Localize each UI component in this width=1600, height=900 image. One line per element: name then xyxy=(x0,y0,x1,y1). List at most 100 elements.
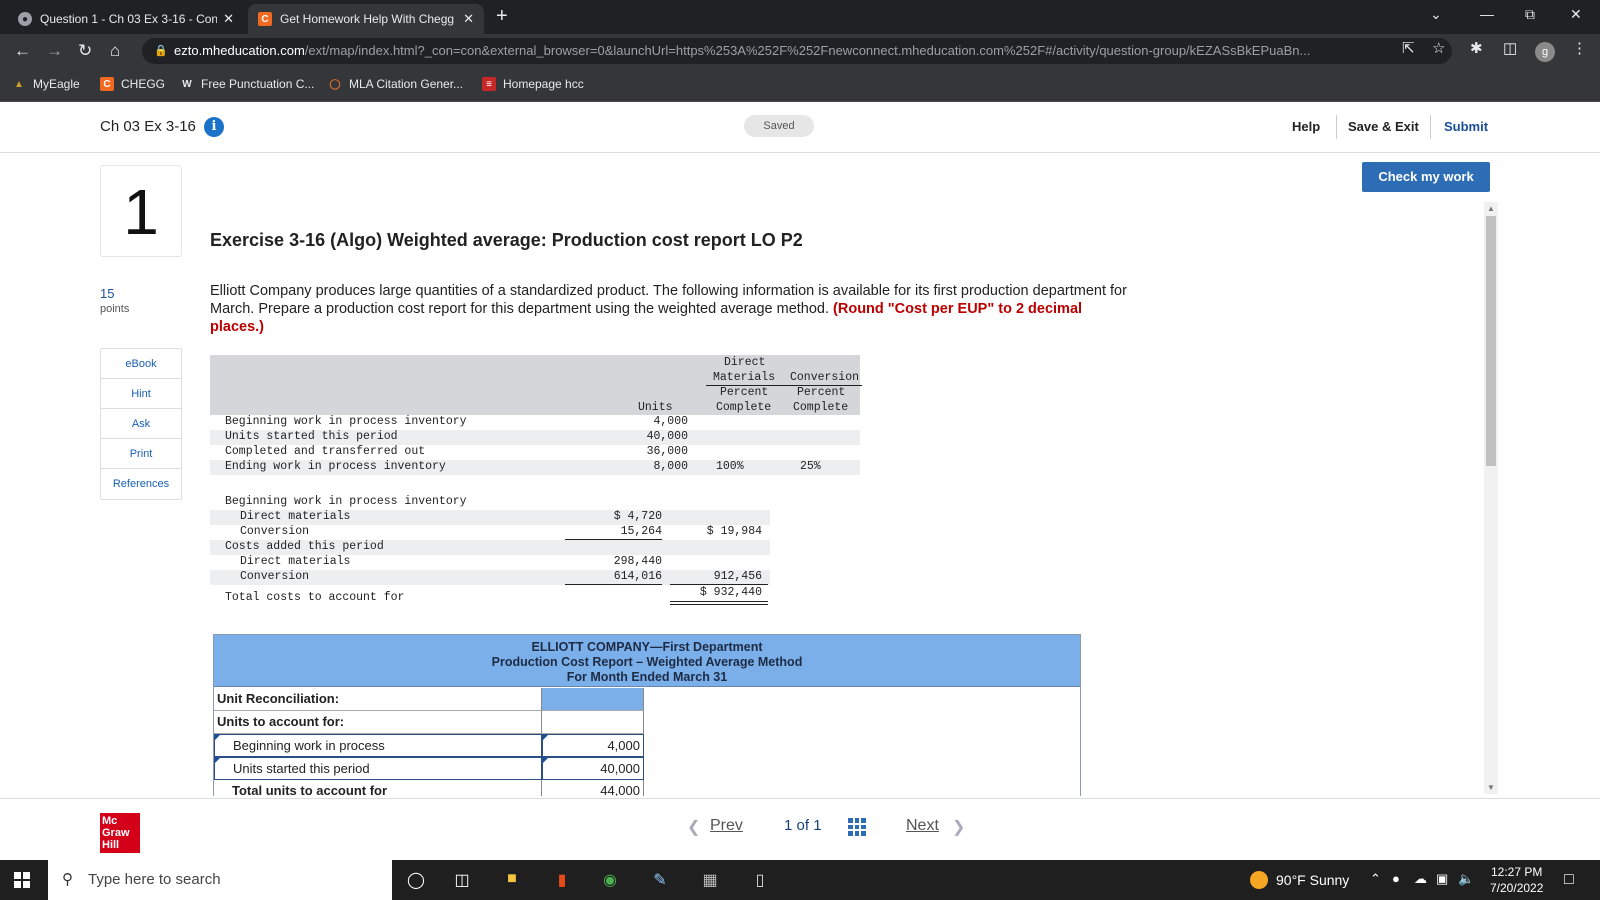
table-row: Ending work in process inventory 8,000 1… xyxy=(210,460,860,475)
double-underline xyxy=(670,601,768,602)
address-bar-row: ← → ↻ ⌂ 🔒 ezto.mheducation.com/ext/map/i… xyxy=(0,34,1600,68)
content-scrollbar[interactable]: ▲ ▼ xyxy=(1484,202,1498,794)
prev-button[interactable]: Prev xyxy=(710,817,743,835)
browser-tab-chegg[interactable]: C Get Homework Help With Chegg ✕ xyxy=(248,4,484,34)
system-clock[interactable]: 12:27 PM 7/20/2022 xyxy=(1490,864,1543,896)
task-view-icon[interactable]: ◫ xyxy=(452,870,472,890)
chrome-icon[interactable]: ◉ xyxy=(600,870,620,890)
reload-icon[interactable]: ↻ xyxy=(78,41,92,61)
calculator-icon[interactable]: ▦ xyxy=(700,870,720,890)
mla-icon: ◯ xyxy=(329,78,341,90)
ebook-button[interactable]: eBook xyxy=(101,349,181,379)
header-complete-dm: Complete xyxy=(716,401,772,414)
table-row: Unit Reconciliation: xyxy=(214,688,1080,711)
bookmark-punctuation[interactable]: W Free Punctuation C... xyxy=(180,77,314,91)
scroll-up-icon[interactable]: ▲ xyxy=(1487,204,1495,213)
next-chevron-icon: ❯ xyxy=(952,819,966,836)
question-heading: Exercise 3-16 (Algo) Weighted average: P… xyxy=(210,230,803,250)
minimize-icon[interactable]: — xyxy=(1480,6,1494,22)
help-link[interactable]: Help xyxy=(1292,119,1320,134)
check-my-work-button[interactable]: Check my work xyxy=(1362,162,1490,192)
back-icon[interactable]: ← xyxy=(14,41,31,61)
bookmark-label: MLA Citation Gener... xyxy=(349,77,464,91)
network-icon[interactable]: ▣ xyxy=(1436,871,1448,887)
next-button[interactable]: Next xyxy=(906,817,939,835)
header-materials: Materials xyxy=(713,371,776,384)
report-value-cell xyxy=(542,688,644,711)
chegg-icon: C xyxy=(100,77,114,91)
notes-icon[interactable]: ▯ xyxy=(750,870,770,890)
volume-icon[interactable]: 🔈 xyxy=(1458,871,1474,887)
bookmark-label: Homepage hcc xyxy=(503,77,584,91)
bookmarks-bar: ▲ MyEagle C CHEGG W Free Punctuation C..… xyxy=(0,68,1600,102)
extensions-icon[interactable]: ✱ xyxy=(1470,39,1483,57)
bookmark-chegg[interactable]: C CHEGG xyxy=(100,77,165,91)
of-label: of xyxy=(796,817,810,834)
tab-close-icon[interactable]: ✕ xyxy=(223,11,234,27)
tab-search-icon[interactable]: ⌄ xyxy=(1430,6,1442,23)
units-to-account-label: Units to account for: xyxy=(214,711,542,734)
window-close-icon[interactable]: ✕ xyxy=(1570,6,1582,23)
taskbar-search-field[interactable]: ⚲ Type here to search xyxy=(48,860,392,900)
bookmark-myeagle[interactable]: ▲ MyEagle xyxy=(12,77,80,91)
side-panel-icon[interactable]: ◫ xyxy=(1503,39,1517,57)
save-exit-link[interactable]: Save & Exit xyxy=(1348,119,1419,134)
restore-icon[interactable]: ⧉ xyxy=(1525,6,1535,23)
office-icon[interactable]: ▮ xyxy=(552,870,572,890)
table-row: Total units to account for 44,000 xyxy=(214,780,1080,796)
notifications-icon[interactable]: □ xyxy=(1564,871,1574,889)
new-tab-icon[interactable]: + xyxy=(496,5,508,28)
row-label: Completed and transferred out xyxy=(225,445,426,458)
bookmark-star-icon[interactable]: ☆ xyxy=(1432,39,1445,57)
beginning-wip-input[interactable]: Beginning work in process xyxy=(214,734,542,757)
underline xyxy=(565,584,662,585)
forward-icon[interactable]: → xyxy=(46,41,63,61)
added-total: 912,456 xyxy=(713,570,762,583)
units-table-header: Direct Materials Conversion Percent Perc… xyxy=(210,355,862,415)
connect-favicon-icon: ● xyxy=(18,12,32,26)
references-button[interactable]: References xyxy=(101,469,181,499)
bookmark-hcc[interactable]: ≡ Homepage hcc xyxy=(482,77,584,91)
browser-tab-question[interactable]: ● Question 1 - Ch 03 Ex 3-16 - Con ✕ xyxy=(8,4,244,34)
windows-taskbar: ⚲ Type here to search ◯ ◫ ■ ▮ ◉ ✎ ▦ ▯ 90… xyxy=(0,860,1600,900)
units-started-units-input[interactable]: 40,000 xyxy=(542,757,644,780)
url-field[interactable]: 🔒 ezto.mheducation.com/ext/map/index.htm… xyxy=(142,38,1452,64)
hint-button[interactable]: Hint xyxy=(101,379,181,409)
bookmark-mla[interactable]: ◯ MLA Citation Gener... xyxy=(328,77,463,91)
table-row: Conversion 614,016 912,456 xyxy=(210,570,770,585)
home-icon[interactable]: ⌂ xyxy=(110,41,120,61)
onedrive-icon[interactable]: ☁ xyxy=(1414,871,1427,887)
windows-start-icon[interactable] xyxy=(14,872,30,888)
row-label: Beginning work in process inventory xyxy=(225,415,467,428)
divider xyxy=(1336,115,1337,139)
divider xyxy=(1430,115,1431,139)
submit-link[interactable]: Submit xyxy=(1444,119,1488,134)
paint-icon[interactable]: ✎ xyxy=(650,870,670,890)
scroll-down-icon[interactable]: ▼ xyxy=(1487,783,1495,792)
weather-text[interactable]: 90°F Sunny xyxy=(1276,872,1349,888)
ask-button[interactable]: Ask xyxy=(101,409,181,439)
meet-now-icon[interactable]: ● xyxy=(1392,871,1400,886)
cell-marker-icon xyxy=(215,735,220,740)
cortana-icon[interactable]: ◯ xyxy=(406,870,426,890)
cell-marker-icon xyxy=(543,735,548,740)
browser-tab-bar: ● Question 1 - Ch 03 Ex 3-16 - Con ✕ C G… xyxy=(0,0,1600,34)
tab-close-icon[interactable]: ✕ xyxy=(463,11,474,27)
print-button[interactable]: Print xyxy=(101,439,181,469)
tab-title: Question 1 - Ch 03 Ex 3-16 - Con xyxy=(40,12,218,26)
scroll-thumb[interactable] xyxy=(1486,216,1496,466)
conversion-label: Conversion xyxy=(240,525,310,538)
beginning-wip-units-input[interactable]: 4,000 xyxy=(542,734,644,757)
units-started-input[interactable]: Units started this period xyxy=(214,757,542,780)
question-grid-icon[interactable] xyxy=(848,818,866,836)
share-icon[interactable]: ⇱ xyxy=(1402,39,1415,57)
menu-kebab-icon[interactable]: ⋮ xyxy=(1572,39,1587,57)
question-tools: eBook Hint Ask Print References xyxy=(100,348,182,500)
file-explorer-icon[interactable]: ■ xyxy=(502,870,522,890)
question-number: 1 xyxy=(100,165,182,257)
profile-avatar[interactable]: g xyxy=(1535,42,1555,62)
cell-label: Beginning work in process xyxy=(233,738,385,753)
header-conversion: Conversion xyxy=(790,371,860,384)
info-icon[interactable]: i xyxy=(204,117,224,137)
tray-chevron-icon[interactable]: ⌃ xyxy=(1370,871,1381,887)
